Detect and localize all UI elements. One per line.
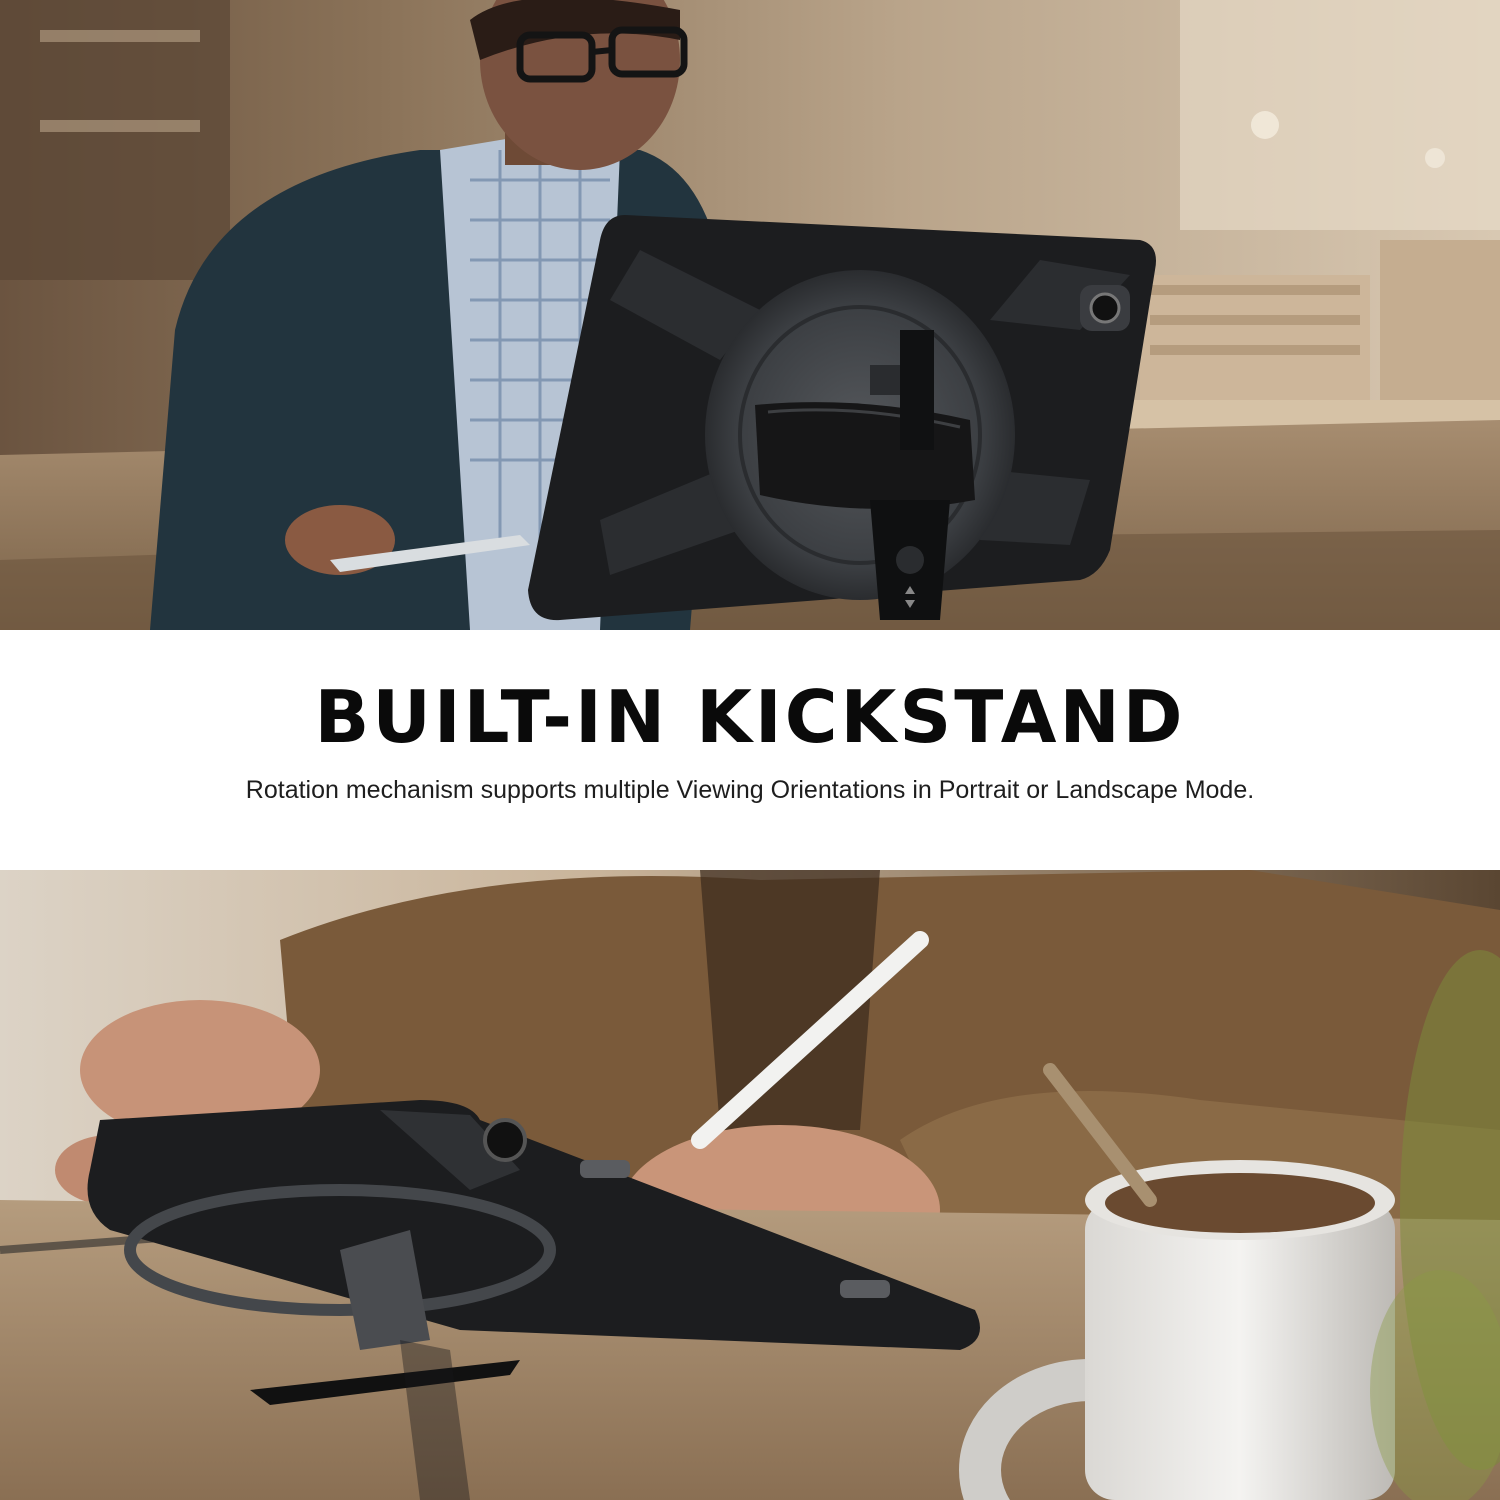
bottom-photo bbox=[0, 870, 1500, 1500]
office-scene-image bbox=[0, 0, 1500, 630]
text-band: BUILT-IN KICKSTAND Rotation mechanism su… bbox=[0, 630, 1500, 870]
headline: BUILT-IN KICKSTAND bbox=[314, 675, 1186, 759]
desk-scene-image bbox=[0, 870, 1500, 1500]
top-photo bbox=[0, 0, 1500, 630]
tablet-case bbox=[528, 215, 1156, 621]
subline: Rotation mechanism supports multiple Vie… bbox=[245, 776, 1255, 804]
